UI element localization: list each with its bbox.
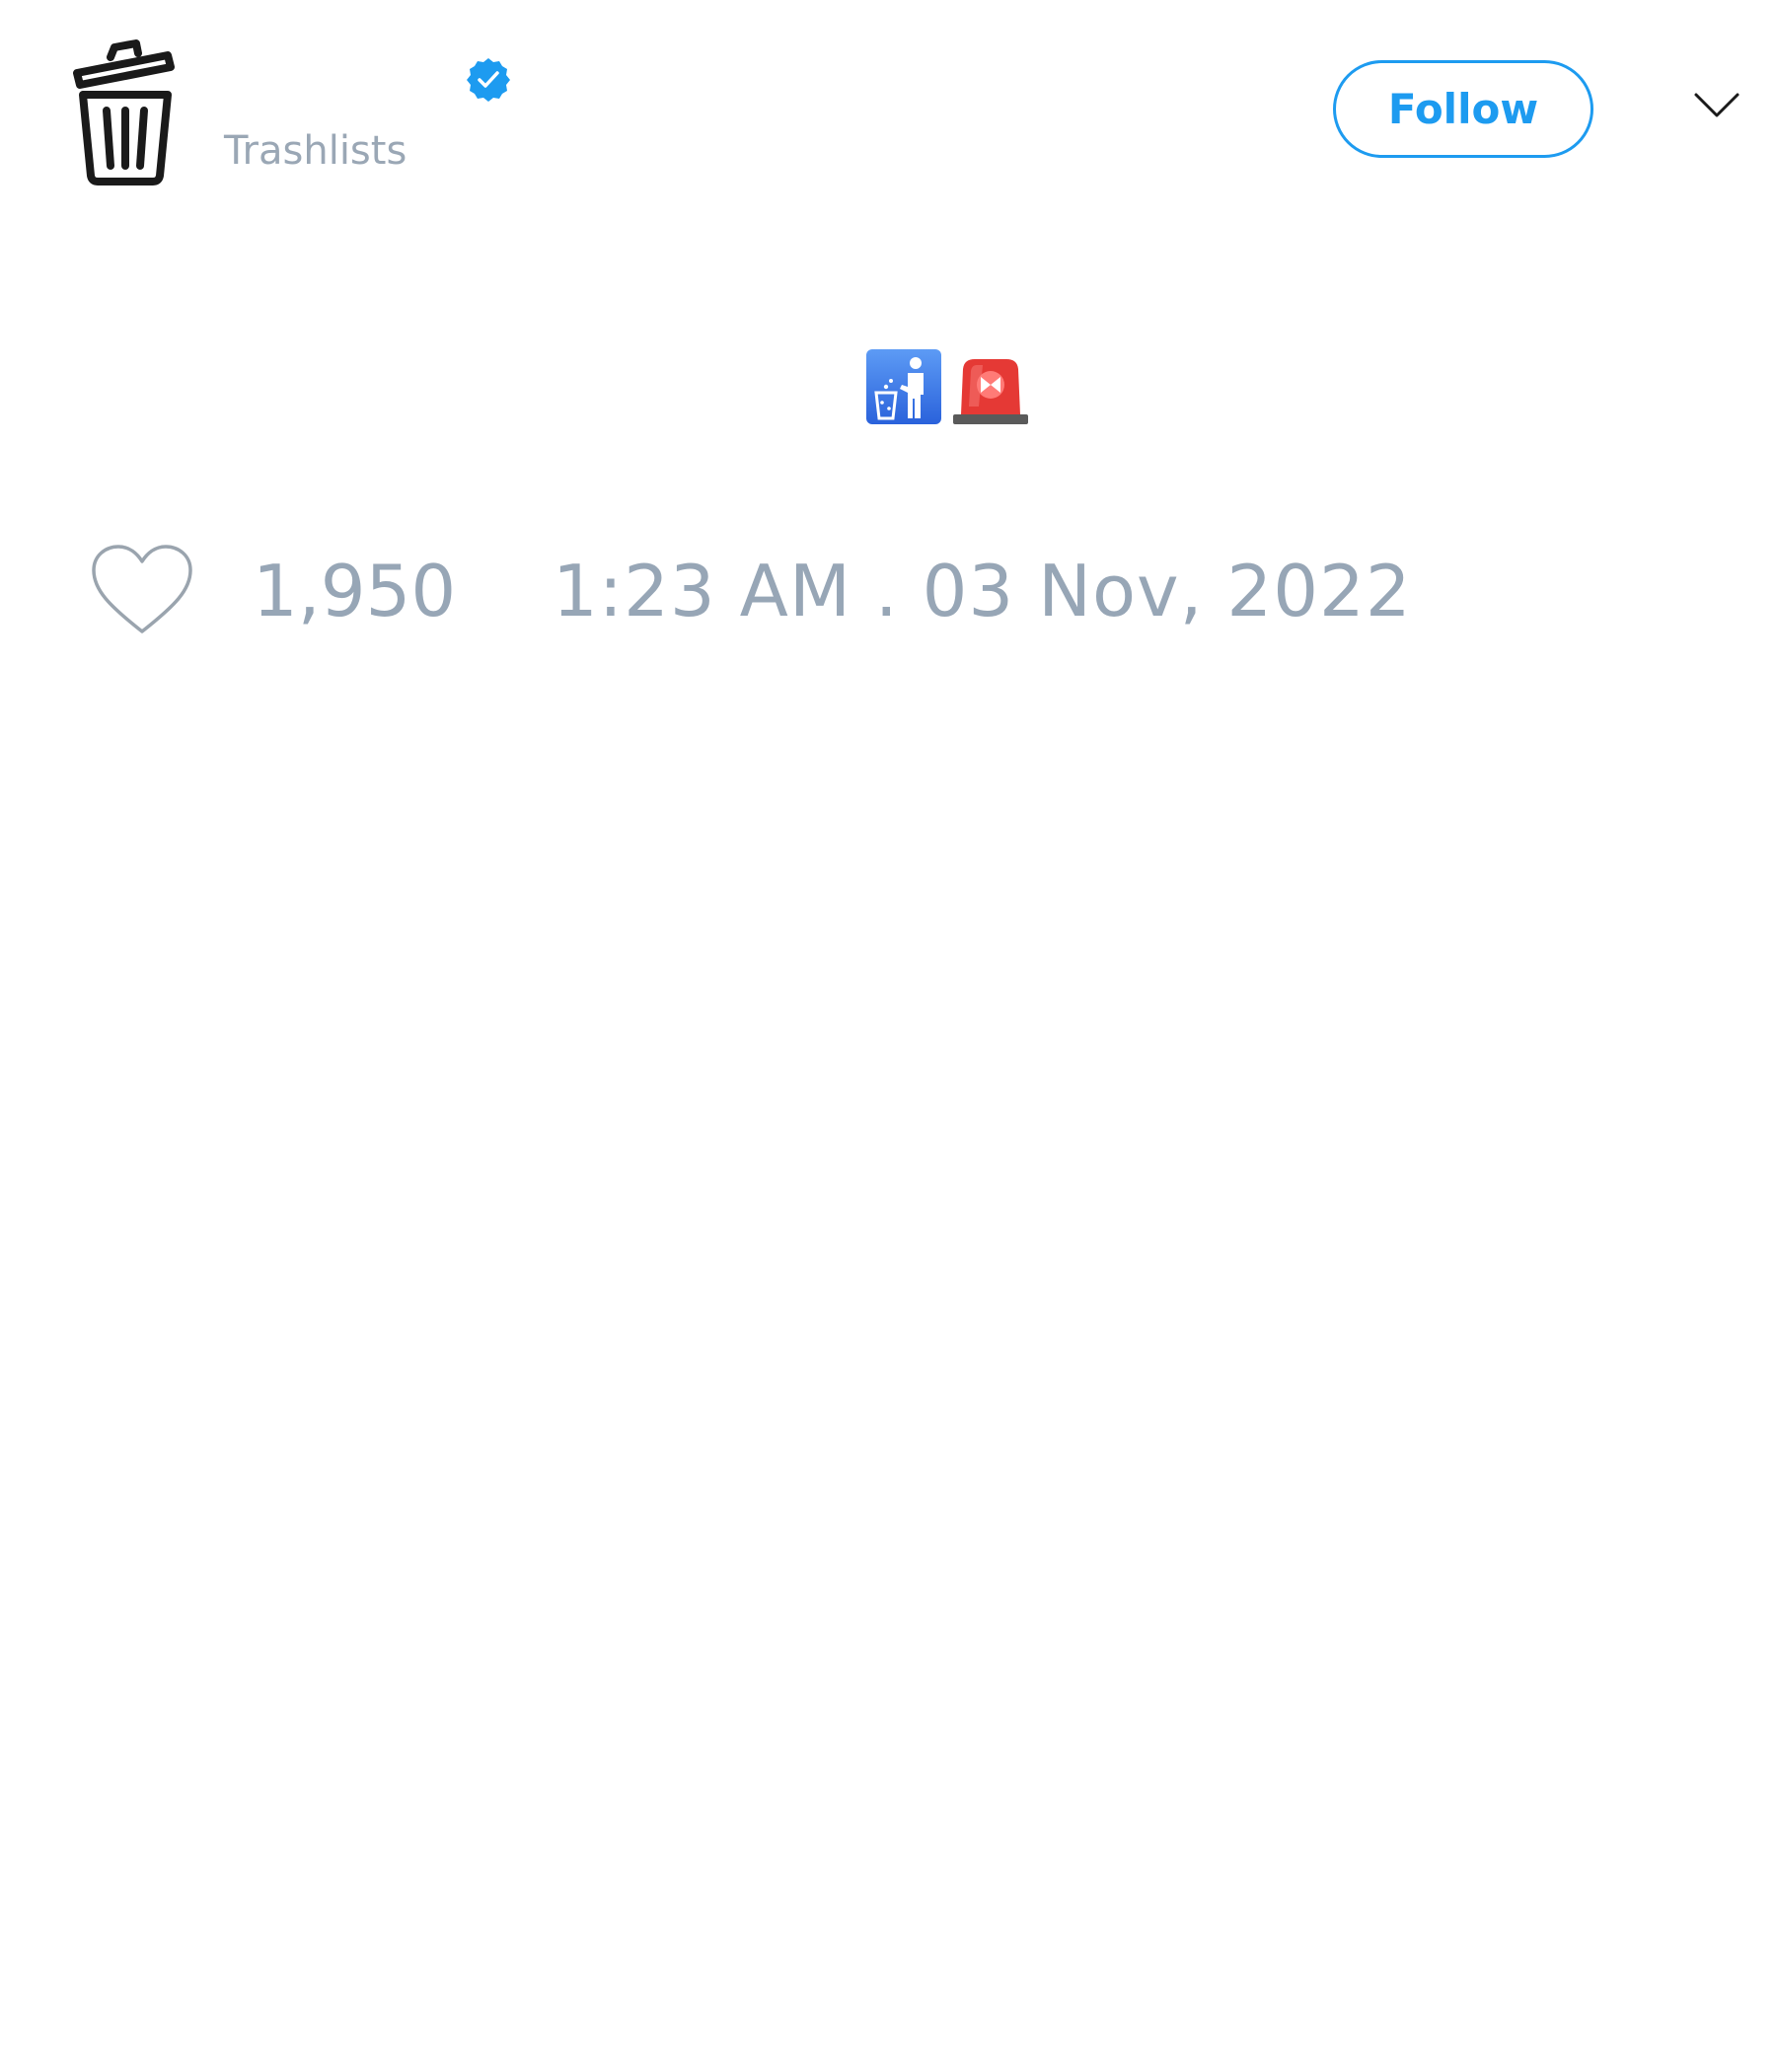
follow-button[interactable]: Follow [1333, 60, 1593, 158]
put-litter-in-its-place-icon [866, 349, 941, 424]
author-handle[interactable]: Trashlists [224, 126, 407, 176]
tweet-timestamp[interactable]: 1:23 AM . 03 Nov, 2022 [553, 552, 1412, 630]
avatar[interactable] [71, 39, 180, 187]
trash-can-icon [73, 39, 175, 185]
chevron-down-icon [1694, 93, 1739, 117]
police-siren-icon [953, 359, 1028, 424]
verified-badge-icon [467, 58, 510, 102]
tweet-content [864, 347, 1030, 426]
heart-icon [92, 545, 192, 633]
like-count: 1,950 [253, 550, 457, 632]
verified-badge [466, 57, 511, 103]
more-options-button[interactable] [1693, 91, 1740, 120]
like-button[interactable] [90, 543, 194, 636]
